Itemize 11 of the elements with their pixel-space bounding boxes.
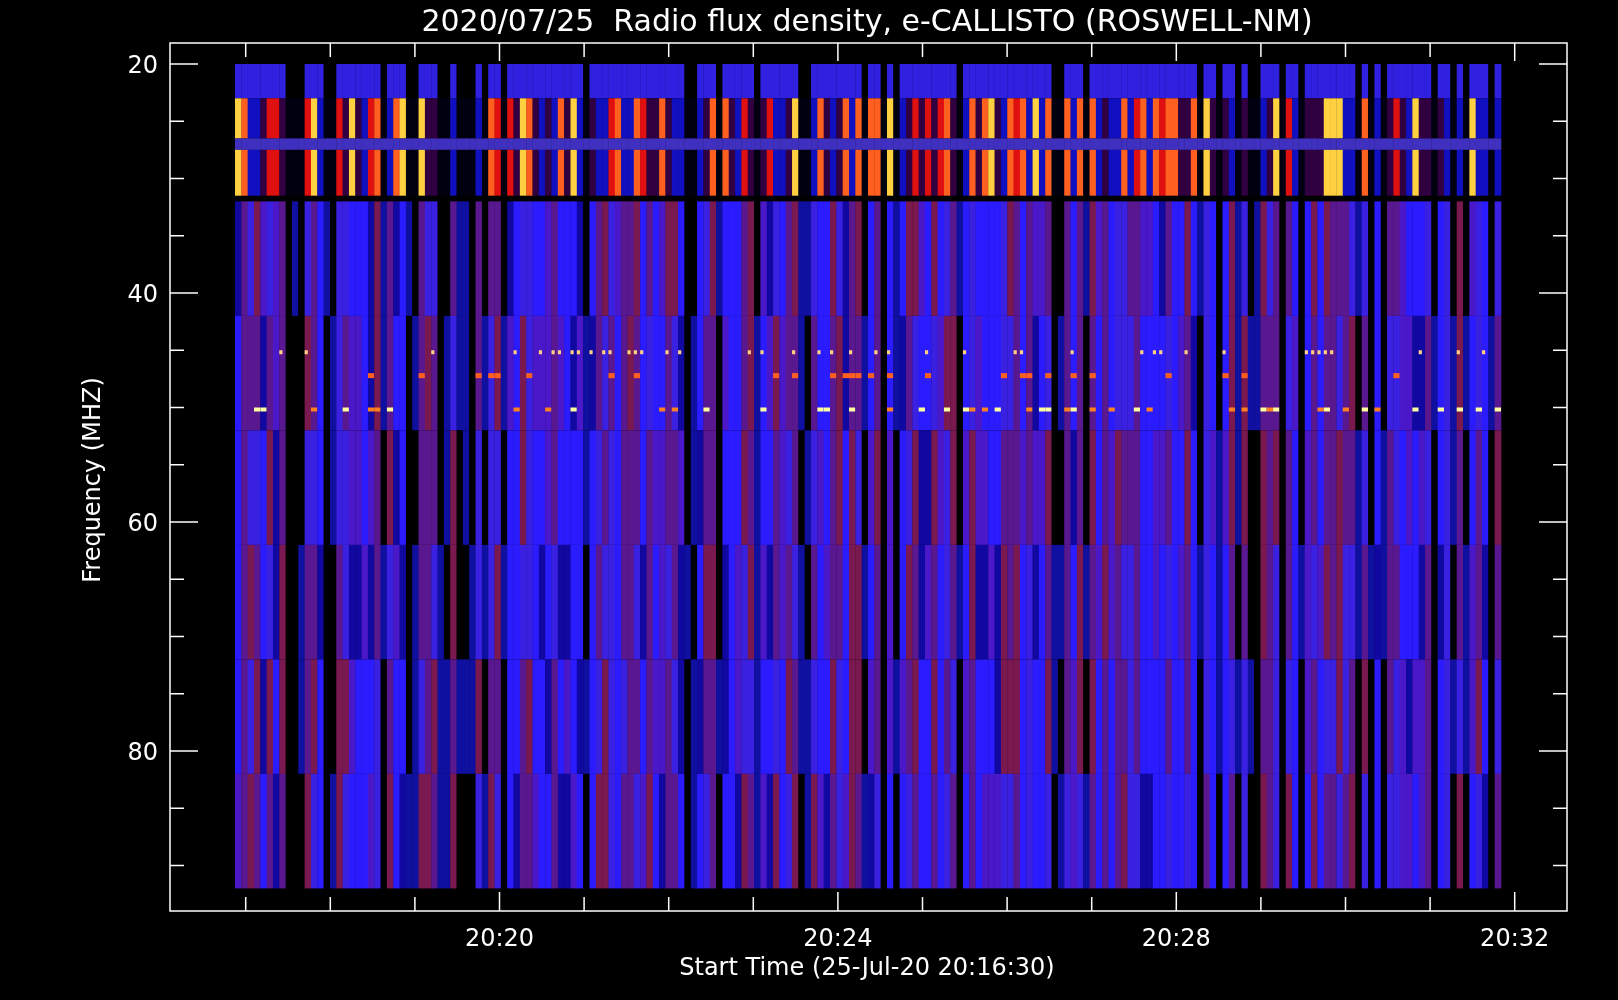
y-tick-label: 20 bbox=[127, 51, 158, 79]
chart-title: 2020/07/25 Radio flux density, e-CALLISTO (ROSWELL-NM) bbox=[421, 3, 1313, 38]
x-tick-label: 20:20 bbox=[464, 924, 535, 952]
y-axis-label: Frequency (MHZ) bbox=[78, 377, 106, 583]
y-tick-label: 60 bbox=[127, 509, 158, 537]
x-tick-label: 20:24 bbox=[803, 924, 873, 952]
x-tick-label: 20:32 bbox=[1480, 924, 1550, 952]
x-axis-label: Start Time (25-Jul-20 20:16:30) bbox=[679, 953, 1055, 981]
y-tick-label: 80 bbox=[127, 738, 158, 766]
y-tick-label: 40 bbox=[127, 280, 158, 308]
x-tick-label: 20:28 bbox=[1141, 924, 1211, 952]
